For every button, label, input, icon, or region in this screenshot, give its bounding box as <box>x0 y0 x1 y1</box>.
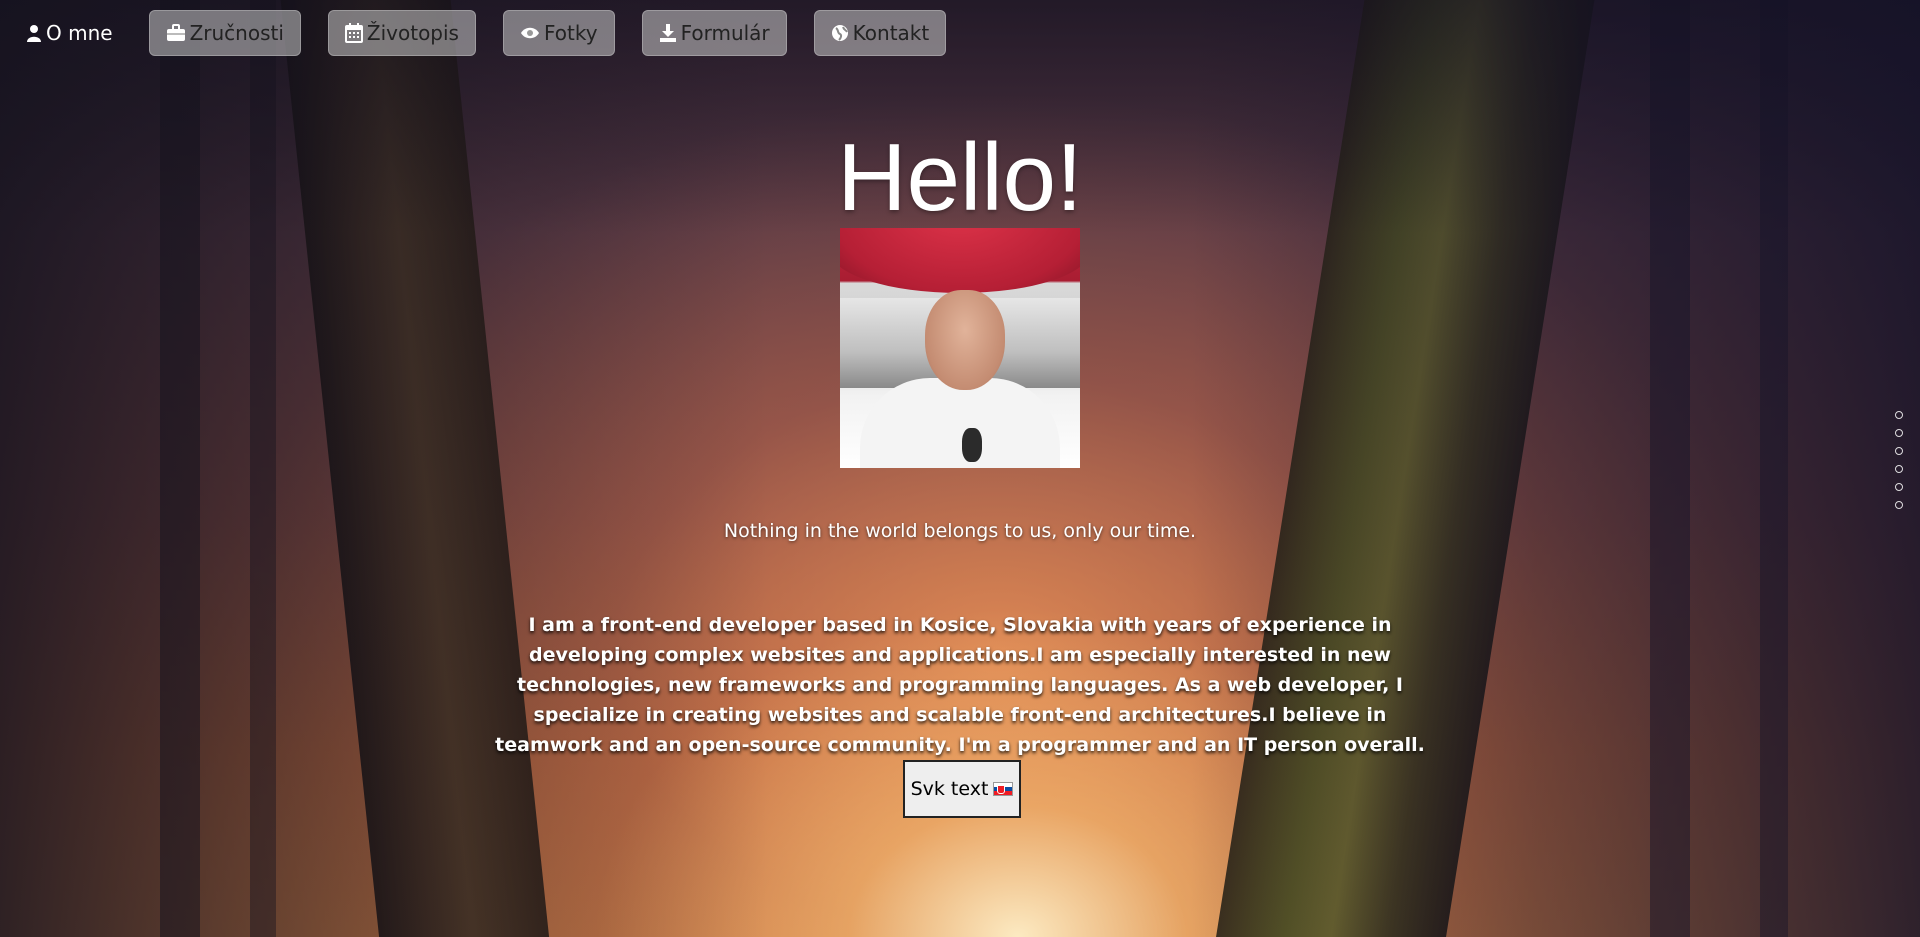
nav-item-about[interactable]: O mne <box>18 13 125 53</box>
section-dot-4[interactable] <box>1895 465 1903 473</box>
calendar-icon <box>344 23 363 43</box>
section-dot-5[interactable] <box>1895 483 1903 491</box>
nav-button-label: Formulár <box>680 21 770 45</box>
nav-button-photos[interactable]: Fotky <box>502 10 615 56</box>
briefcase-icon <box>166 24 186 42</box>
hero-quote: Nothing in the world belongs to us, only… <box>723 520 1197 542</box>
user-icon <box>26 24 42 42</box>
section-dot-6[interactable] <box>1895 501 1903 509</box>
nav-button-skills[interactable]: Zručnosti <box>148 10 301 56</box>
nav-button-form[interactable]: Formulár <box>641 10 787 56</box>
globe-icon <box>831 24 849 42</box>
section-dot-2[interactable] <box>1895 429 1903 437</box>
section-dot-navigation <box>1895 411 1903 509</box>
nav-brand-label: O mne <box>46 21 113 45</box>
nav-button-label: Zručnosti <box>189 21 284 45</box>
photo-sunglasses <box>962 428 982 462</box>
bio-text: I am a front-end developer based in Kosi… <box>495 614 1425 756</box>
bio-paragraph: I am a front-end developer based in Kosi… <box>480 610 1440 818</box>
nav-button-label: Životopis <box>366 21 459 45</box>
download-icon <box>659 24 677 42</box>
slovakia-flag-icon <box>993 782 1014 796</box>
photo-face <box>925 290 1005 390</box>
nav-button-label: Kontakt <box>852 21 930 45</box>
section-dot-1[interactable] <box>1895 411 1903 419</box>
slovak-text-button-label: Svk text <box>910 778 989 800</box>
nav-button-cv[interactable]: Životopis <box>327 10 476 56</box>
section-dot-3[interactable] <box>1895 447 1903 455</box>
nav-button-contact[interactable]: Kontakt <box>813 10 947 56</box>
slovak-text-button[interactable]: Svk text <box>902 760 1022 818</box>
photo-umbrella <box>840 228 1080 293</box>
eye-icon <box>520 26 540 40</box>
hero-title: Hello! <box>837 124 1083 231</box>
top-navigation: O mne Zručnosti Životopis Fotky Formulár <box>18 10 973 56</box>
nav-button-label: Fotky <box>543 21 598 45</box>
profile-photo <box>840 228 1080 468</box>
photo-shirt <box>860 378 1060 468</box>
page: O mne Zručnosti Životopis Fotky Formulár <box>0 0 1920 937</box>
